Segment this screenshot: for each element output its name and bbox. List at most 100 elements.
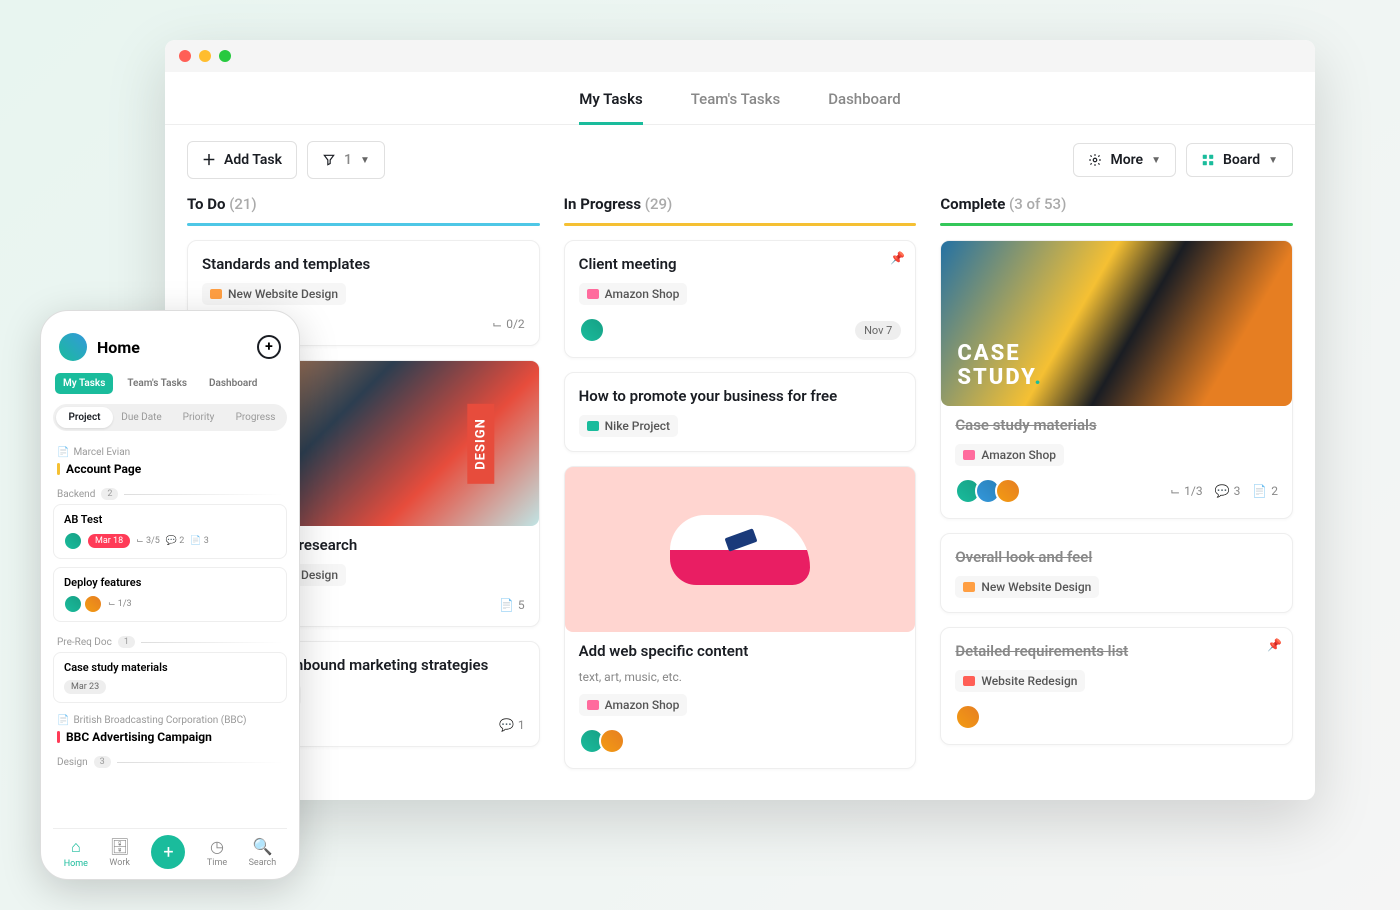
task-card[interactable]: How to promote your business for free Ni… [564, 372, 917, 452]
caret-down-icon: ▼ [360, 155, 370, 166]
avatar[interactable] [995, 478, 1021, 504]
nav-add[interactable]: + [151, 835, 185, 869]
avatar[interactable] [84, 595, 102, 613]
project-section[interactable]: Account Page [57, 462, 283, 476]
subtasks-meta: ⌙ 1/3 [1170, 484, 1203, 498]
task-card[interactable]: AB Test Mar 18 ⌙ 3/5 💬 2 📄 3 [53, 504, 287, 559]
column-header: To Do (21) [187, 195, 540, 223]
seg-due-date[interactable]: Due Date [113, 407, 170, 428]
project-tag[interactable]: Amazon Shop [955, 444, 1064, 466]
subsection[interactable]: Backend2 [57, 488, 283, 500]
tab-team-tasks[interactable]: Team's Tasks [691, 90, 780, 124]
project-tag[interactable]: Amazon Shop [579, 283, 688, 305]
window-chrome [165, 40, 1315, 72]
add-button[interactable]: + [257, 335, 281, 359]
search-icon: 🔍 [252, 837, 272, 856]
view-label: Board [1223, 152, 1260, 168]
files-meta: 📄 5 [499, 598, 525, 612]
project-tag[interactable]: Website Redesign [955, 670, 1085, 692]
nav-work[interactable]: 🗄Work [109, 837, 130, 869]
task-card[interactable]: Add web specific content text, art, musi… [564, 466, 917, 769]
folder-icon [587, 289, 599, 299]
gear-icon [1088, 153, 1102, 167]
subsection[interactable]: Design3 [57, 756, 283, 768]
task-card[interactable]: CASESTUDY. Case study materials Amazon S… [940, 240, 1293, 519]
project-tag[interactable]: Amazon Shop [579, 694, 688, 716]
folder-icon [210, 289, 222, 299]
tab-dashboard[interactable]: Dashboard [201, 373, 265, 394]
column-divider [187, 223, 540, 226]
column-complete: Complete (3 of 53) CASESTUDY. Case study… [940, 195, 1293, 785]
add-task-button[interactable]: ＋ Add Task [187, 141, 297, 179]
tab-team-tasks[interactable]: Team's Tasks [119, 373, 195, 394]
due-date: Nov 7 [855, 321, 901, 340]
assignees [955, 704, 981, 730]
card-title: Client meeting [579, 255, 902, 273]
clock-icon: ◷ [210, 837, 224, 856]
task-card[interactable]: Case study materials Mar 23 [53, 652, 287, 703]
mobile-header: Home + [53, 327, 287, 373]
pin-icon: 📌 [1267, 638, 1282, 652]
task-card[interactable]: 📌 Detailed requirements list Website Red… [940, 627, 1293, 745]
tab-dashboard[interactable]: Dashboard [828, 90, 901, 124]
column-inprogress: In Progress (29) 📌 Client meeting Amazon… [564, 195, 917, 785]
desktop-window: My Tasks Team's Tasks Dashboard ＋ Add Ta… [165, 40, 1315, 800]
minimize-dot[interactable] [199, 50, 211, 62]
avatar[interactable] [64, 595, 82, 613]
column-count: (21) [229, 195, 257, 213]
avatar[interactable] [955, 704, 981, 730]
comments-meta: 💬 2 [166, 536, 185, 546]
subsection[interactable]: Pre-Req Doc1 [57, 636, 283, 648]
folder-icon [587, 421, 599, 431]
assignees [955, 478, 1021, 504]
card-image: CASESTUDY. [941, 241, 1292, 406]
nav-time[interactable]: ◷Time [207, 837, 227, 869]
avatar[interactable] [599, 728, 625, 754]
project-tag[interactable]: Nike Project [579, 415, 678, 437]
more-label: More [1110, 152, 1143, 168]
card-title: Case study materials [955, 416, 1278, 434]
mobile-tabs: My Tasks Team's Tasks Dashboard [53, 373, 287, 394]
page-title: Home [97, 338, 140, 357]
subtasks-meta: ⌙ 3/5 [136, 536, 160, 546]
count-badge: 1 [118, 636, 135, 648]
count-badge: 3 [94, 756, 111, 768]
filter-icon [322, 153, 336, 167]
project-tag[interactable]: New Website Design [955, 576, 1099, 598]
filter-button[interactable]: 1 ▼ [307, 141, 385, 179]
more-button[interactable]: More ▼ [1073, 143, 1176, 177]
project-tag[interactable]: New Website Design [202, 283, 346, 305]
column-count: (3 of 53) [1009, 195, 1066, 213]
color-bar [57, 731, 60, 743]
count-badge: 2 [101, 488, 118, 500]
project-owner: 📄 Marcel Evian [57, 447, 283, 458]
plus-icon: ＋ [202, 150, 216, 170]
due-date: Mar 23 [64, 680, 106, 694]
pin-icon: 📌 [890, 251, 905, 265]
avatar[interactable] [579, 317, 605, 343]
maximize-dot[interactable] [219, 50, 231, 62]
tab-my-tasks[interactable]: My Tasks [579, 90, 643, 124]
project-section[interactable]: BBC Advertising Campaign [57, 730, 283, 744]
caret-down-icon: ▼ [1268, 155, 1278, 166]
seg-progress[interactable]: Progress [227, 407, 284, 428]
task-card[interactable]: Overall look and feel New Website Design [940, 533, 1293, 613]
seg-project[interactable]: Project [56, 407, 113, 428]
files-meta: 📄 2 [1252, 484, 1278, 498]
tab-my-tasks[interactable]: My Tasks [55, 373, 113, 394]
close-dot[interactable] [179, 50, 191, 62]
column-title: Complete [940, 195, 1005, 213]
subtasks-meta: ⌙ 0/2 [492, 317, 525, 331]
column-title: In Progress [564, 195, 641, 213]
avatar[interactable] [64, 532, 82, 550]
task-card[interactable]: Deploy features ⌙ 1/3 [53, 567, 287, 622]
nav-search[interactable]: 🔍Search [249, 837, 277, 869]
task-card[interactable]: 📌 Client meeting Amazon Shop Nov 7 [564, 240, 917, 358]
assignees [579, 317, 605, 343]
nav-home[interactable]: ⌂Home [64, 837, 88, 869]
seg-priority[interactable]: Priority [170, 407, 227, 428]
user-avatar[interactable] [59, 333, 87, 361]
view-button[interactable]: Board ▼ [1186, 143, 1293, 177]
card-title: Standards and templates [202, 255, 525, 273]
comments-meta: 💬 1 [499, 718, 525, 732]
